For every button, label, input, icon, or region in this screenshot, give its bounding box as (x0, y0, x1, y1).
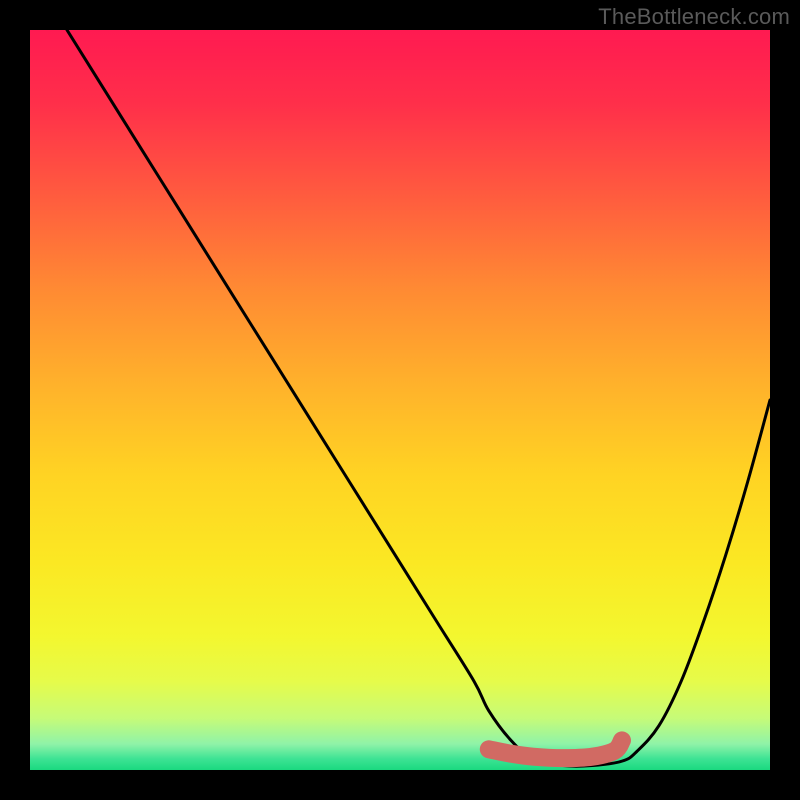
valley-highlight-dot (481, 741, 497, 757)
gradient-background (30, 30, 770, 770)
chart-svg (30, 30, 770, 770)
chart-root: TheBottleneck.com (0, 0, 800, 800)
attribution-label: TheBottleneck.com (598, 4, 790, 30)
plot-area (30, 30, 770, 770)
